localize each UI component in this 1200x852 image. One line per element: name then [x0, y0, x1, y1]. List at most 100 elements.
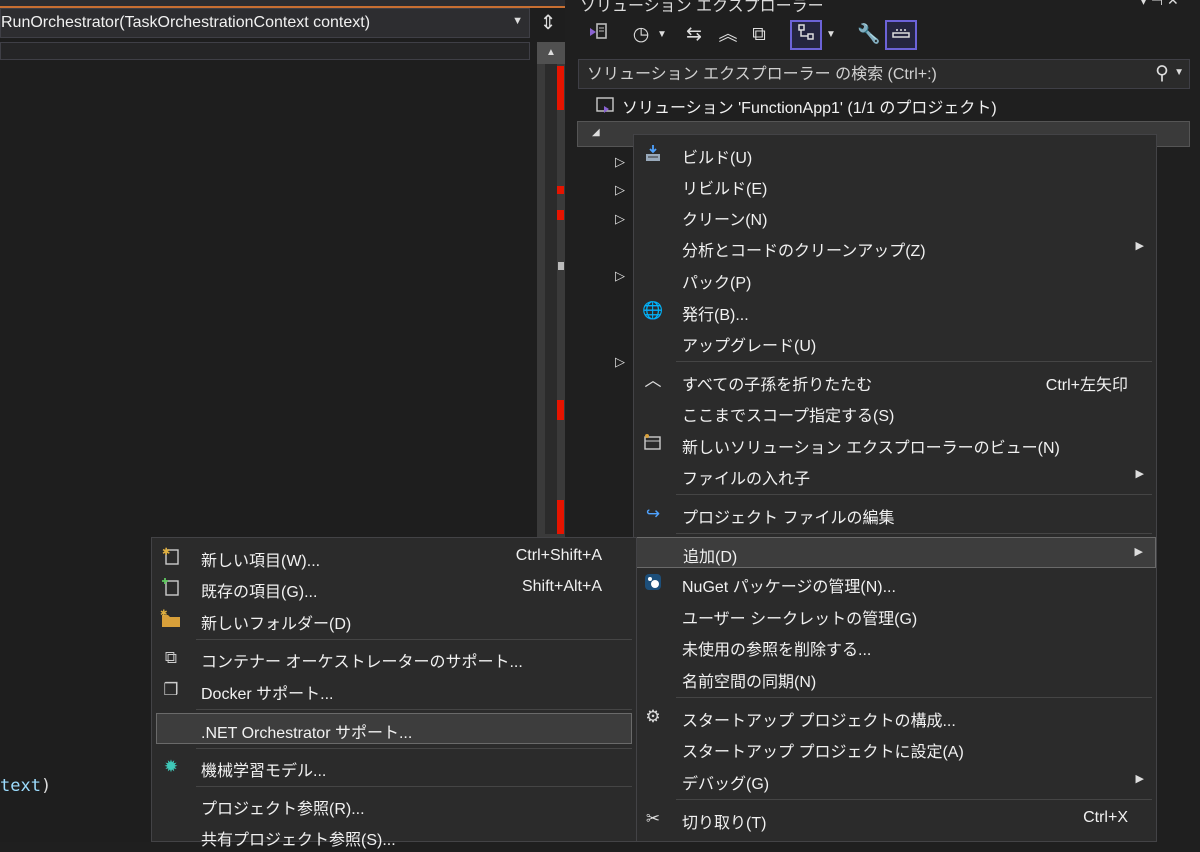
expand-triangle-icon[interactable]: ▷ [615, 268, 625, 284]
existing-item-icon [160, 577, 182, 599]
member-navigation-dropdown[interactable]: RunOrchestrator(TaskOrchestrationContext… [0, 8, 530, 38]
expand-triangle-icon[interactable]: ▷ [615, 211, 625, 227]
menu-item-collapse-all[interactable]: ︿ すべての子孫を折りたたむ Ctrl+左矢印 [634, 366, 1156, 397]
menu-item-shared-project-reference[interactable]: 共有プロジェクト参照(S)... [152, 821, 636, 852]
submenu-arrow-icon: ▶ [1135, 240, 1144, 252]
search-icon[interactable]: ⚲ [1155, 62, 1169, 85]
project-context-menu: ビルド(U) リビルド(E) クリーン(N) 分析とコードのクリーンアップ(Z)… [633, 134, 1157, 842]
menu-separator [196, 709, 632, 710]
menu-item-analyze-cleanup[interactable]: 分析とコードのクリーンアップ(Z) ▶ [634, 232, 1156, 263]
menu-item-container-orchestrator-support[interactable]: ⧉ コンテナー オーケストレーターのサポート... [152, 643, 636, 674]
method-signature: RunOrchestrator(TaskOrchestrationContext… [1, 14, 371, 31]
menu-separator [676, 494, 1152, 495]
menu-item-machine-learning-model[interactable]: ✹ 機械学習モデル... [152, 752, 636, 783]
menu-item-sync-namespaces[interactable]: 名前空間の同期(N) [634, 663, 1156, 694]
expand-triangle-icon[interactable]: ▷ [615, 154, 625, 170]
docker-cube-icon: ❒ [163, 680, 179, 699]
nuget-icon [642, 572, 664, 594]
expand-triangle-icon[interactable]: ▷ [615, 182, 625, 198]
gear-icon: ⚙ [645, 707, 661, 726]
error-marker [557, 500, 564, 534]
scrollbar-thumb[interactable] [545, 64, 557, 534]
menu-item-set-startup[interactable]: スタートアップ プロジェクトに設定(A) [634, 733, 1156, 764]
edit-project-icon: ↪ [645, 504, 661, 523]
error-marker [557, 210, 564, 220]
expand-triangle-icon[interactable]: ▷ [615, 354, 625, 370]
collapse-all-icon[interactable]: ︽ [715, 20, 741, 50]
solution-node[interactable]: ソリューション 'FunctionApp1' (1/1 のプロジェクト) [596, 94, 997, 120]
solution-explorer-title: ソリューション エクスプローラー [580, 0, 824, 15]
menu-item-file-nesting[interactable]: ファイルの入れ子 ▶ [634, 460, 1156, 491]
menu-separator [676, 697, 1152, 698]
menu-item-publish[interactable]: 🌐 発行(B)... [634, 296, 1156, 327]
show-all-files-icon[interactable]: ⧉ [746, 20, 772, 50]
error-marker [557, 400, 564, 420]
menu-item-existing-item[interactable]: 既存の項目(G)... Shift+Alt+A [152, 573, 636, 604]
submenu-arrow-icon: ▶ [1135, 773, 1144, 785]
chevron-down-icon[interactable]: ▼ [824, 20, 838, 50]
menu-item-configure-startup[interactable]: ⚙ スタートアップ プロジェクトの構成... [634, 702, 1156, 733]
scissors-icon: ✂ [645, 809, 661, 828]
menu-item-dotnet-orchestrator-support[interactable]: .NET Orchestrator サポート... [156, 713, 632, 744]
menu-item-edit-project-file[interactable]: ↪ プロジェクト ファイルの編集 [634, 499, 1156, 530]
menu-item-new-folder[interactable]: ✱ 新しいフォルダー(D) [152, 605, 636, 636]
menu-item-add[interactable]: 追加(D) ▶ [634, 537, 1156, 568]
menu-separator [196, 748, 632, 749]
svg-text:✱: ✱ [162, 547, 170, 558]
new-item-icon: ✱ [160, 546, 182, 568]
split-editor-icon[interactable]: ⇕ [535, 10, 561, 36]
navigation-bar-secondary[interactable] [0, 42, 530, 60]
submenu-arrow-icon: ▶ [1135, 468, 1144, 480]
pin-close-icons[interactable]: ▾ ⊣ ✕ [1140, 0, 1179, 9]
menu-item-pack[interactable]: パック(P) [634, 264, 1156, 295]
menu-item-cut[interactable]: ✂ 切り取り(T) Ctrl+X [634, 804, 1156, 835]
menu-item-debug[interactable]: デバッグ(G) ▶ [634, 765, 1156, 796]
chevron-down-icon[interactable]: ▼ [655, 20, 669, 50]
properties-wrench-icon[interactable]: 🔧 [856, 20, 882, 50]
preview-selected-items-icon[interactable] [885, 20, 917, 50]
solution-search-input[interactable] [585, 63, 1129, 87]
submenu-arrow-icon: ▶ [1134, 546, 1143, 558]
solution-search-box[interactable]: ⚲ ▼ [578, 59, 1190, 89]
error-marker [557, 66, 564, 110]
menu-item-rebuild[interactable]: リビルド(E) [634, 170, 1156, 201]
new-folder-icon: ✱ [160, 609, 182, 631]
scroll-up-arrow-icon[interactable]: ▲ [537, 42, 565, 64]
svg-text:✱: ✱ [160, 609, 168, 619]
editor-tab-strip [0, 0, 565, 8]
menu-separator [196, 639, 632, 640]
menu-item-clean[interactable]: クリーン(N) [634, 201, 1156, 232]
containers-icon: ⧉ [164, 648, 178, 667]
filter-icon[interactable] [790, 20, 822, 50]
build-icon [642, 143, 664, 165]
menu-item-scope-to-this[interactable]: ここまでスコープ指定する(S) [634, 397, 1156, 428]
menu-separator [196, 786, 632, 787]
menu-item-new-item[interactable]: ✱ 新しい項目(W)... Ctrl+Shift+A [152, 542, 636, 573]
menu-item-build[interactable]: ビルド(U) [634, 139, 1156, 170]
solution-icon [596, 97, 616, 115]
menu-separator [676, 533, 1152, 534]
globe-publish-icon: 🌐 [642, 301, 664, 320]
code-line: text) [0, 776, 52, 796]
solution-explorer-toolbar: ◷ ▼ ⇆ ︽ ⧉ ▼ 🔧 [578, 18, 1200, 54]
menu-item-new-explorer-view[interactable]: 新しいソリューション エクスプローラーのビュー(N) [634, 429, 1156, 460]
new-view-icon [642, 433, 664, 455]
chevron-down-icon: ▼ [512, 15, 523, 27]
error-marker [557, 186, 564, 194]
menu-item-remove-unused-references[interactable]: 未使用の参照を削除する... [634, 631, 1156, 662]
scroll-position-marker [558, 262, 564, 270]
menu-separator [676, 799, 1152, 800]
menu-item-manage-user-secrets[interactable]: ユーザー シークレットの管理(G) [634, 600, 1156, 631]
expanded-triangle-icon[interactable]: ◢ [592, 127, 600, 138]
visual-studio-icon[interactable] [584, 20, 612, 50]
menu-item-upgrade[interactable]: アップグレード(U) [634, 327, 1156, 358]
menu-separator [676, 361, 1152, 362]
menu-item-project-reference[interactable]: プロジェクト参照(R)... [152, 790, 636, 821]
sync-with-document-icon[interactable]: ⇆ [681, 20, 707, 50]
pending-changes-icon[interactable]: ◷ [628, 20, 654, 50]
chevron-down-icon[interactable]: ▼ [1174, 67, 1184, 78]
menu-item-manage-nuget[interactable]: NuGet パッケージの管理(N)... [634, 568, 1156, 599]
menu-item-docker-support[interactable]: ❒ Docker サポート... [152, 675, 636, 706]
collapse-icon: ︿ [644, 371, 662, 390]
add-submenu: ✱ 新しい項目(W)... Ctrl+Shift+A 既存の項目(G)... S… [151, 537, 637, 849]
